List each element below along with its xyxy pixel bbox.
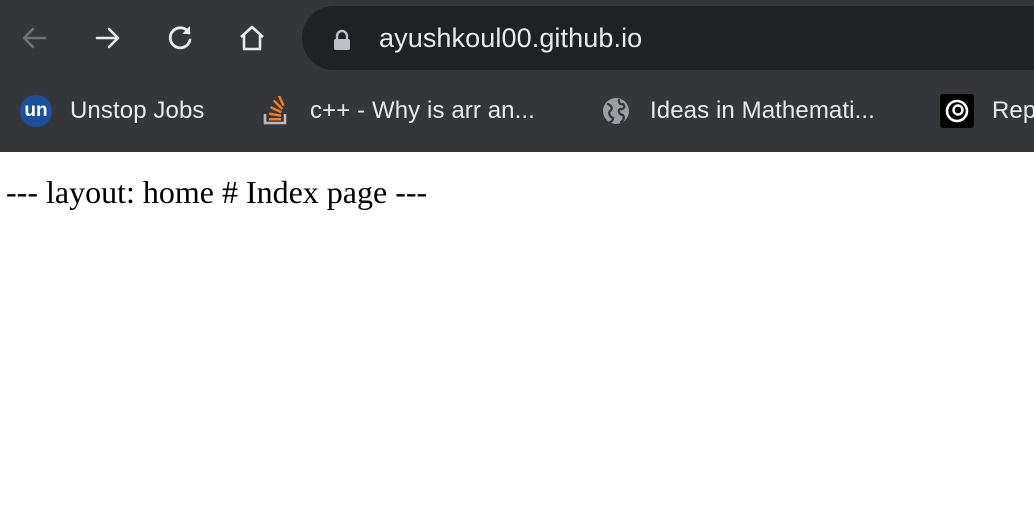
page-content: --- layout: home # Index page ---: [0, 152, 1034, 506]
bookmark-stackoverflow[interactable]: c++ - Why is arr an...: [260, 92, 535, 130]
bookmark-label: c++ - Why is arr an...: [310, 97, 535, 124]
arrow-left-icon: [22, 27, 47, 49]
home-button[interactable]: [234, 20, 270, 56]
lock-icon: [334, 29, 350, 50]
forward-button[interactable]: [90, 20, 126, 56]
unstop-icon: un: [20, 95, 52, 127]
bookmarks-bar: un Unstop Jobs c++ - Why is arr an... Id…: [0, 84, 1034, 138]
bookmark-label: Ideas in Mathemati...: [650, 97, 875, 124]
bookmark-label: Unstop Jobs: [70, 97, 205, 124]
home-icon: [240, 25, 264, 51]
back-button[interactable]: [16, 20, 52, 56]
address-url[interactable]: ayushkoul00.github.io: [379, 23, 642, 54]
replit-icon: [940, 94, 974, 128]
globe-icon: [600, 95, 632, 127]
address-bar[interactable]: ayushkoul00.github.io: [302, 6, 1034, 70]
reload-button[interactable]: [162, 20, 198, 56]
bookmark-rep[interactable]: Rep: [940, 92, 1034, 130]
bookmark-unstop-jobs[interactable]: un Unstop Jobs: [20, 92, 205, 130]
browser-chrome: ayushkoul00.github.io un Unstop Jobs c++…: [0, 0, 1034, 152]
reload-icon: [168, 26, 192, 50]
bookmark-ideas-in-mathematics[interactable]: Ideas in Mathemati...: [600, 92, 875, 130]
stackoverflow-icon: [260, 95, 292, 127]
arrow-right-icon: [95, 27, 120, 49]
browser-toolbar: ayushkoul00.github.io: [0, 0, 1034, 80]
bookmark-label: Rep: [992, 97, 1034, 124]
page-body-text: --- layout: home # Index page ---: [6, 174, 428, 210]
